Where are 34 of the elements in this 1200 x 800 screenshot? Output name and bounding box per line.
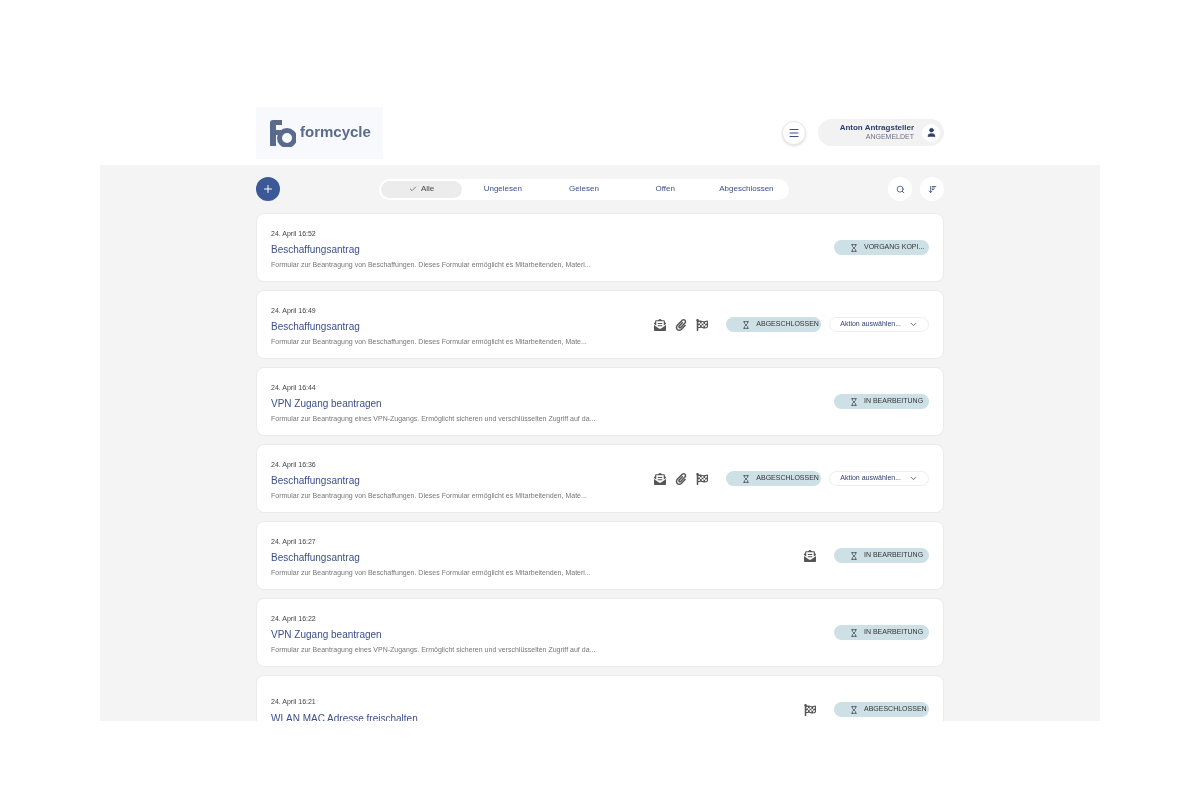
- entry-title: WLAN MAC Adresse freischalten: [271, 711, 419, 721]
- search-icon: [895, 184, 905, 194]
- sort-icon: [927, 184, 937, 194]
- hourglass-icon: [850, 397, 858, 406]
- logo-icon: [268, 118, 296, 147]
- entry-title: Beschaffungsantrag: [271, 320, 361, 334]
- user-icon: [925, 127, 937, 138]
- user-name: Anton Antragsteller: [839, 123, 914, 134]
- entry-title: VPN Zugang beantragen: [271, 397, 383, 411]
- plus-icon: [262, 183, 274, 195]
- hourglass-icon: [850, 705, 858, 714]
- hourglass-icon: [850, 628, 858, 637]
- sort-button[interactable]: [920, 177, 944, 201]
- menu-icon: [788, 126, 800, 139]
- filter-tab[interactable]: Alle: [381, 180, 463, 198]
- chevron-down-icon: [909, 474, 918, 483]
- add-button[interactable]: [256, 177, 280, 201]
- hourglass-icon: [742, 474, 751, 483]
- filter-tab[interactable]: Abgeschlossen: [705, 180, 787, 198]
- logo-text: formcycle: [300, 122, 371, 143]
- entry-title: Beschaffungsantrag: [271, 551, 361, 565]
- filter-tab[interactable]: Offen: [624, 180, 706, 198]
- filter-tab[interactable]: Gelesen: [543, 180, 625, 198]
- check-icon: [408, 185, 417, 193]
- hourglass-icon: [850, 243, 858, 252]
- entry-title: Beschaffungsantrag: [271, 474, 361, 488]
- hourglass-icon: [742, 320, 751, 329]
- entry-title: Beschaffungsantrag: [271, 243, 361, 257]
- menu-button[interactable]: [782, 120, 806, 145]
- filter-tab[interactable]: Ungelesen: [462, 180, 544, 198]
- chevron-down-icon: [909, 320, 918, 329]
- search-button[interactable]: [888, 177, 912, 201]
- entry-title: VPN Zugang beantragen: [271, 628, 383, 642]
- hourglass-icon: [850, 551, 858, 560]
